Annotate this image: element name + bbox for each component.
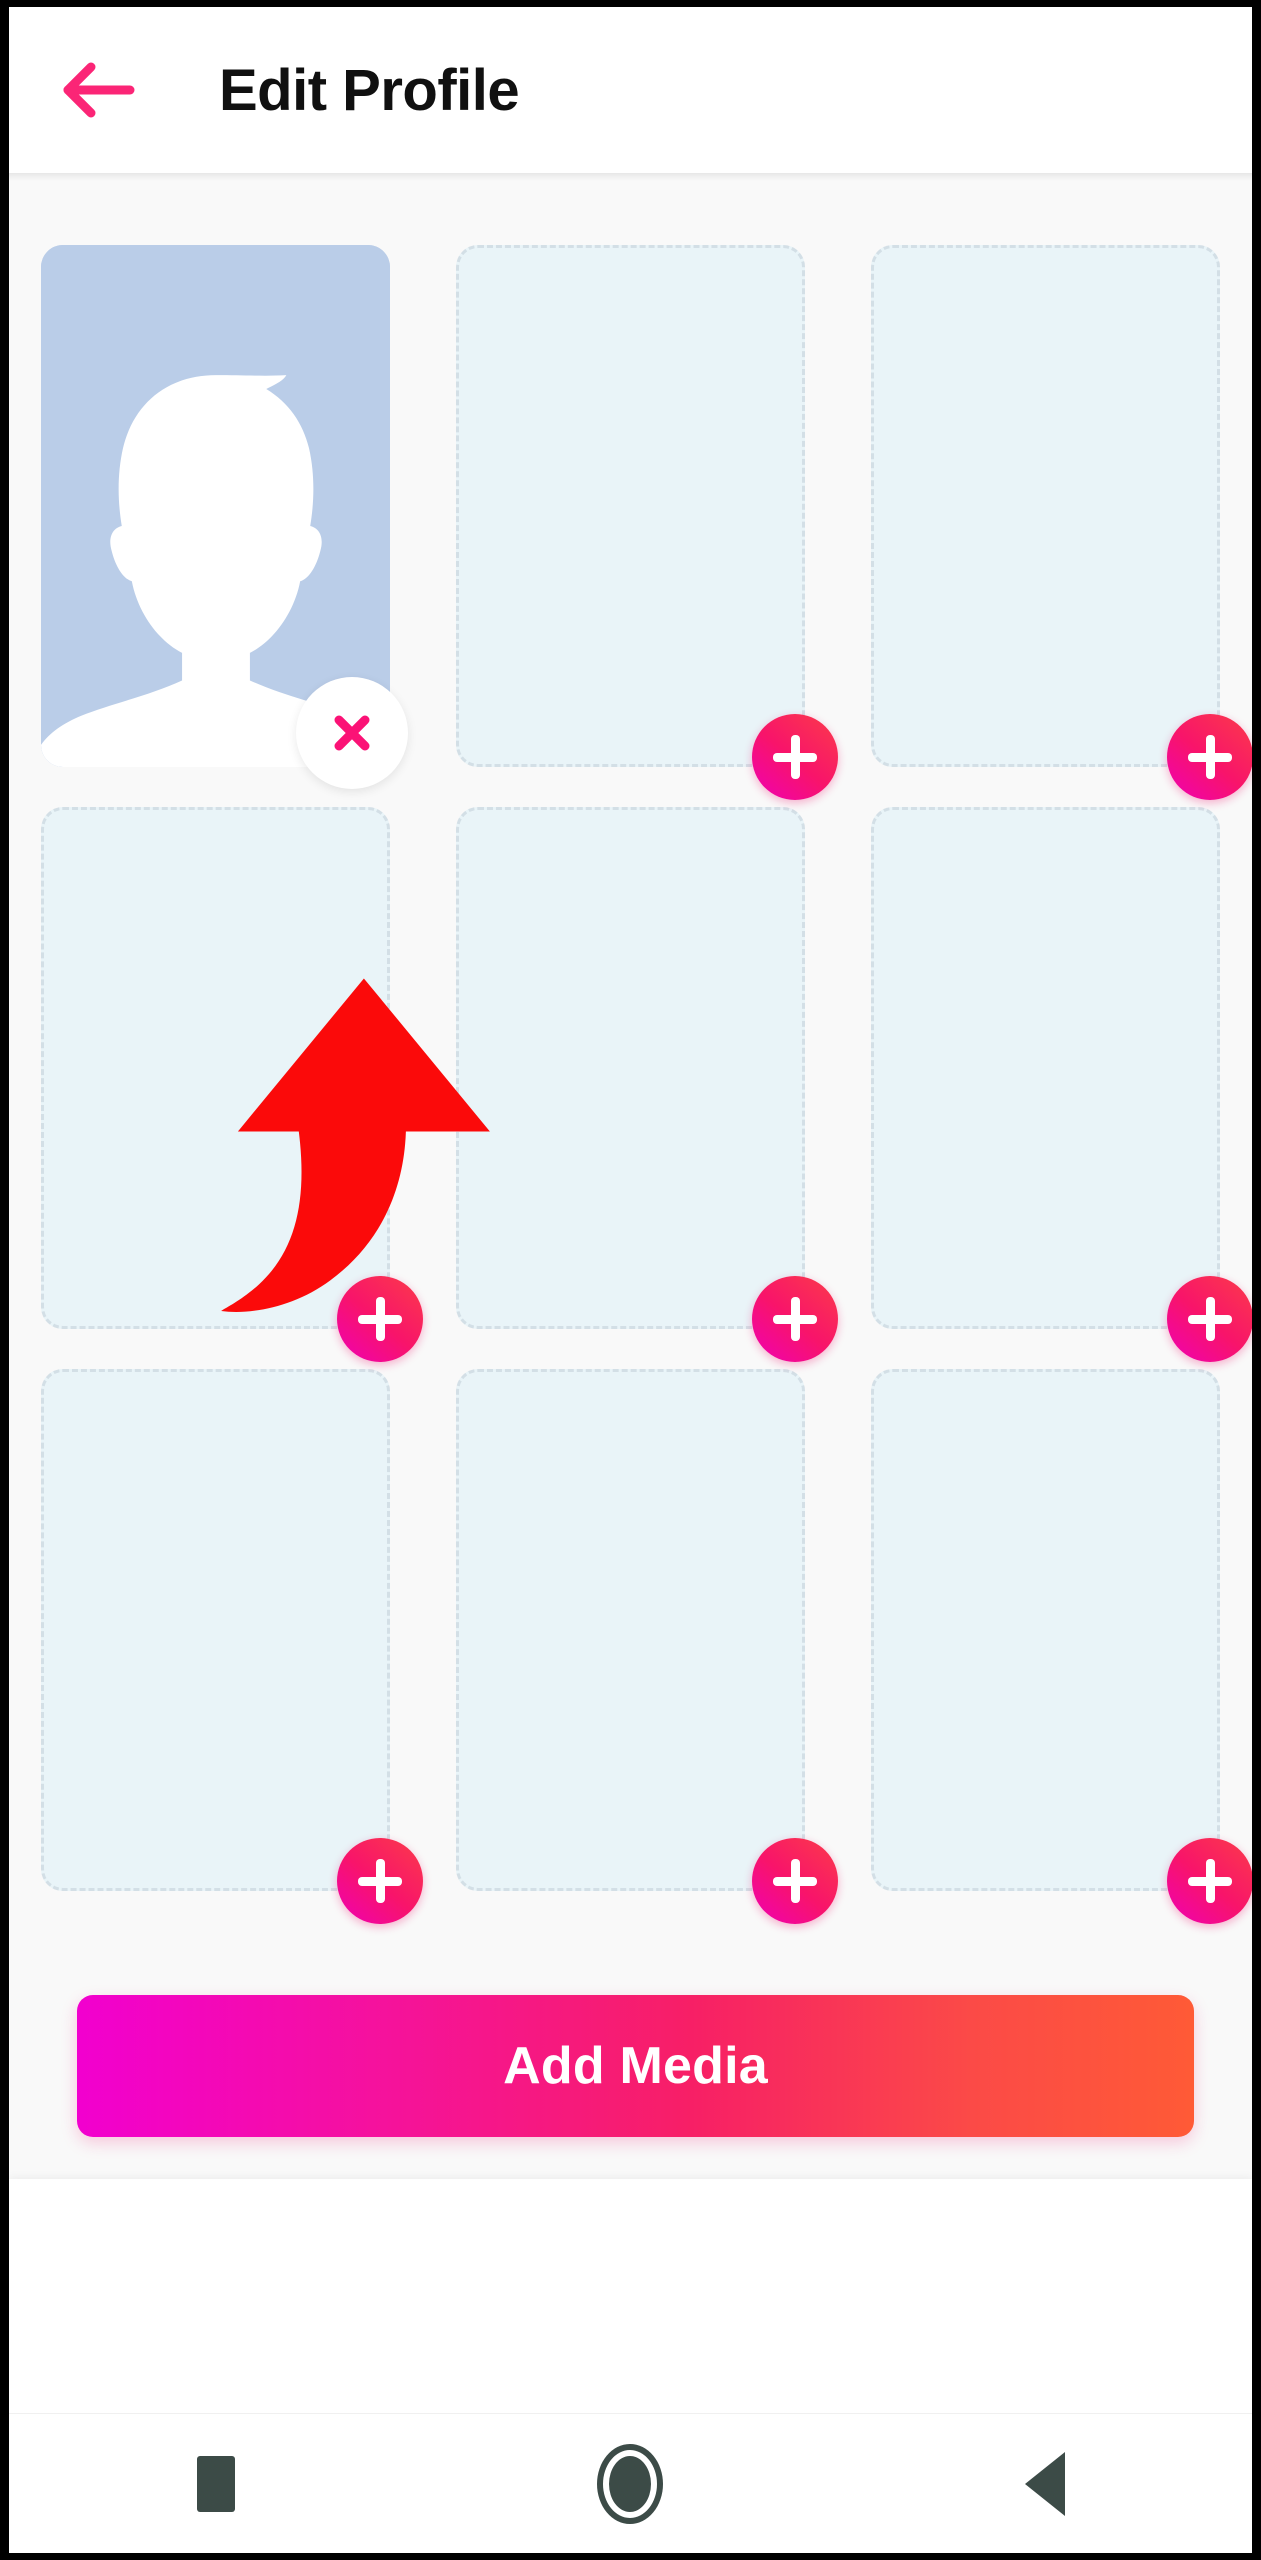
header-divider xyxy=(9,173,1252,181)
add-media-button[interactable]: Add Media xyxy=(77,1995,1194,2137)
square-icon xyxy=(197,2455,236,2512)
back-button[interactable] xyxy=(39,30,159,150)
smart-photos-section: Smart Photos Smart Photos continuously t… xyxy=(9,2179,1252,2208)
circle-icon xyxy=(603,2449,658,2518)
add-photo-button-8[interactable] xyxy=(752,1838,838,1924)
add-photo-button-6[interactable] xyxy=(1167,1276,1252,1362)
media-tile-3[interactable] xyxy=(871,245,1252,800)
media-tile-9[interactable] xyxy=(871,1369,1252,1924)
media-tile-2[interactable] xyxy=(456,245,838,800)
app-header: Edit Profile xyxy=(9,7,1252,173)
add-photo-button-2[interactable] xyxy=(752,714,838,800)
arrow-left-icon xyxy=(60,59,138,121)
add-media-label: Add Media xyxy=(503,2037,768,2095)
add-photo-button-5[interactable] xyxy=(752,1276,838,1362)
media-tile-6[interactable] xyxy=(871,807,1252,1362)
media-tile-7[interactable] xyxy=(41,1369,423,1924)
media-tile-8[interactable] xyxy=(456,1369,838,1924)
media-tile-4[interactable] xyxy=(41,807,423,1362)
media-tile-1[interactable] xyxy=(41,245,408,789)
page-title: Edit Profile xyxy=(219,57,520,123)
add-photo-button-4[interactable] xyxy=(337,1276,423,1362)
nav-back-button[interactable] xyxy=(970,2429,1120,2539)
triangle-left-icon xyxy=(1024,2451,1065,2516)
edit-profile-content: Add Media Smart Photos Smart Photos cont… xyxy=(9,173,1252,2208)
media-grid xyxy=(41,245,1252,1924)
android-navigation-bar xyxy=(9,2413,1252,2553)
media-tile-5[interactable] xyxy=(456,807,838,1362)
nav-home-button[interactable] xyxy=(555,2429,705,2539)
nav-recents-button[interactable] xyxy=(141,2429,291,2539)
add-photo-button-9[interactable] xyxy=(1167,1838,1252,1924)
add-photo-button-7[interactable] xyxy=(337,1838,423,1924)
phone-screen: Edit Profile Add Media xyxy=(0,0,1261,2560)
remove-photo-button-1[interactable] xyxy=(296,677,408,789)
close-icon xyxy=(328,709,376,757)
add-photo-button-3[interactable] xyxy=(1167,714,1252,800)
